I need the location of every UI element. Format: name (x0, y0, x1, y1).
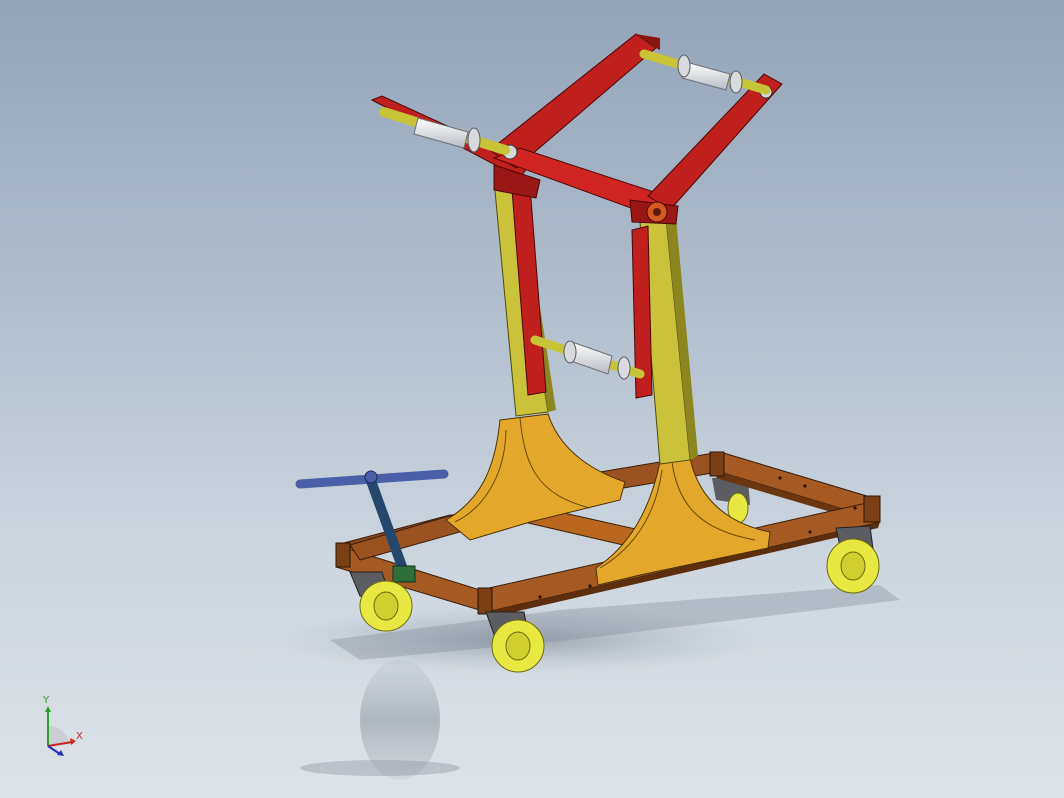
triad-x-label: X (76, 731, 83, 742)
model-viewport[interactable]: Y X (0, 0, 1064, 798)
triad-axes-icon (45, 706, 76, 756)
reel-cart-model[interactable] (0, 0, 1064, 798)
roller-upper-right (639, 49, 771, 95)
coordinate-triad[interactable]: Y X (30, 696, 94, 760)
roller-lower (530, 335, 645, 380)
triad-y-label: Y (43, 695, 50, 706)
roller-upper-left (379, 107, 510, 155)
